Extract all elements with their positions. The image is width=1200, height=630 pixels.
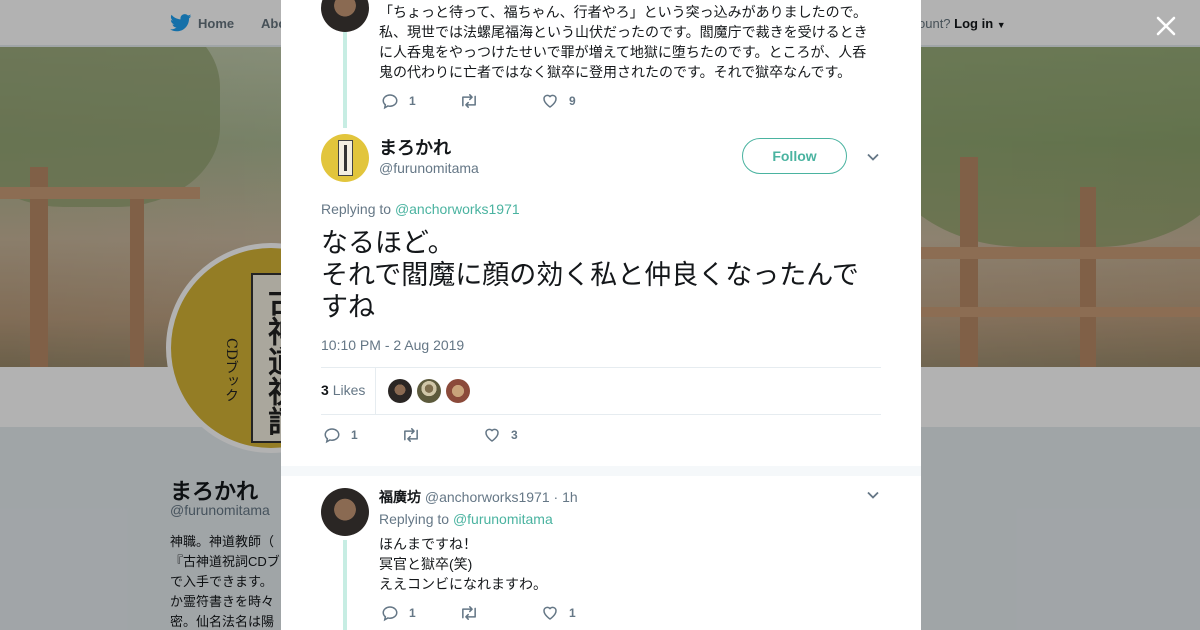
like-count: 9 <box>569 94 576 108</box>
avatar[interactable] <box>321 0 369 32</box>
divider <box>321 367 881 368</box>
retweet-icon <box>404 428 418 442</box>
retweet-icon <box>462 94 476 108</box>
divider <box>321 414 881 415</box>
like-button[interactable]: 1 <box>541 604 576 622</box>
like-count: 3 <box>511 428 518 442</box>
reply-count: 1 <box>409 606 416 620</box>
avatar[interactable] <box>321 134 369 182</box>
likes-stat-count: 3 <box>321 382 329 398</box>
reply-tweet-actions: 1 1 <box>381 604 576 622</box>
main-tweet-actions: 1 3 <box>323 426 518 444</box>
main-tweet-timestamp[interactable]: 10:10 PM - 2 Aug 2019 <box>321 337 464 353</box>
reply-button[interactable]: 1 <box>381 92 459 110</box>
reply-icon <box>324 428 340 444</box>
heart-icon <box>543 94 557 108</box>
retweet-button[interactable] <box>459 92 541 110</box>
thread-line <box>343 540 347 630</box>
divider <box>375 368 376 414</box>
reply-icon <box>382 606 398 622</box>
liker-avatar[interactable] <box>388 379 412 403</box>
liker-avatar[interactable] <box>446 379 470 403</box>
reply-count: 1 <box>351 428 358 442</box>
replying-label: Replying to <box>321 201 392 217</box>
main-tweet-text: なるほど。 それで閻魔に顔の効く私と仲良くなったんで すね <box>321 228 859 322</box>
reply-tweet-author-name[interactable]: 福廣坊 <box>379 489 421 505</box>
chevron-down-icon[interactable] <box>866 488 880 502</box>
avatar[interactable] <box>321 488 369 536</box>
like-button[interactable]: 3 <box>483 426 518 444</box>
retweet-button[interactable] <box>401 426 483 444</box>
reply-icon <box>382 94 398 110</box>
retweet-button[interactable] <box>459 604 541 622</box>
reply-count: 1 <box>409 94 416 108</box>
divider <box>281 466 921 476</box>
liker-avatar[interactable] <box>417 379 441 403</box>
chevron-down-icon[interactable] <box>866 150 880 164</box>
reply-tweet-text: ほんまですね！ 冥官と獄卒(笑) ええコンビになれますわ。 <box>379 536 547 592</box>
main-tweet-author-handle[interactable]: @furunomitama <box>379 160 479 176</box>
reply-button[interactable]: 1 <box>381 604 459 622</box>
reply-tweet-author-handle[interactable]: @anchorworks1971 <box>425 489 550 505</box>
replying-to: Replying to @furunomitama <box>379 511 553 527</box>
reply-tweet-header: 福廣坊 @anchorworks1971 · 1h <box>379 487 578 507</box>
reply-button[interactable]: 1 <box>323 426 401 444</box>
tweet-modal: 「ちょっと待って、福ちゃん、行者やろ」という突っ込みがありましたので。 私、現世… <box>281 0 921 630</box>
reply-tweet-time[interactable]: · 1h <box>554 489 578 505</box>
main-tweet-author-name[interactable]: まろかれ <box>379 134 451 160</box>
like-count: 1 <box>569 606 576 620</box>
replying-to-link[interactable]: @furunomitama <box>453 511 553 527</box>
follow-button[interactable]: Follow <box>742 138 847 174</box>
replying-to-link[interactable]: @anchorworks1971 <box>395 201 520 217</box>
heart-icon <box>543 606 557 620</box>
like-button[interactable]: 9 <box>541 92 576 110</box>
close-icon[interactable] <box>1152 12 1180 40</box>
retweet-icon <box>462 606 476 620</box>
prev-tweet-actions: 1 9 <box>381 92 576 110</box>
likes-stat-label: Likes <box>332 382 366 398</box>
replying-to: Replying to @anchorworks1971 <box>321 201 520 217</box>
heart-icon <box>485 428 499 442</box>
likes-stat[interactable]: 3 Likes <box>321 382 365 398</box>
prev-tweet-text: 「ちょっと待って、福ちゃん、行者やろ」という突っ込みがありましたので。 私、現世… <box>379 4 868 80</box>
replying-label: Replying to <box>379 511 450 527</box>
thread-line <box>343 32 347 128</box>
